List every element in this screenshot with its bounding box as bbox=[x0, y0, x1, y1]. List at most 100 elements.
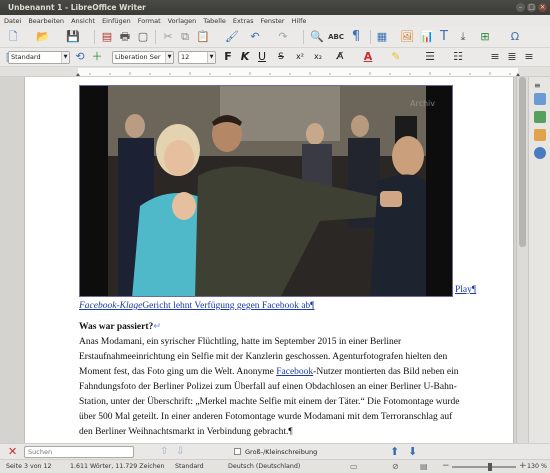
text-language[interactable]: Deutsch (Deutschland) bbox=[228, 463, 300, 470]
menu-datei[interactable]: Datei bbox=[4, 17, 21, 25]
print-preview-icon[interactable]: ▢ bbox=[136, 30, 150, 44]
paste-icon[interactable]: 📋 bbox=[196, 30, 210, 44]
spelling-icon[interactable]: ABC bbox=[328, 30, 344, 44]
find-replace-icon[interactable]: 🔍 bbox=[310, 30, 324, 44]
menu-bar: Datei Bearbeiten Ansicht Einfügen Format… bbox=[0, 15, 550, 27]
menu-fenster[interactable]: Fenster bbox=[260, 17, 284, 25]
maximize-icon[interactable]: □ bbox=[527, 3, 536, 12]
close-find-bar-icon[interactable]: ✕ bbox=[8, 445, 17, 458]
chevron-down-icon[interactable]: ▼ bbox=[61, 52, 69, 63]
find-previous-icon[interactable]: ⇧ bbox=[160, 446, 168, 457]
menu-extras[interactable]: Extras bbox=[233, 17, 254, 25]
redo-icon[interactable]: ↷ bbox=[276, 30, 290, 44]
menu-ansicht[interactable]: Ansicht bbox=[71, 17, 95, 25]
status-bar: Seite 3 von 12 1.611 Wörter, 11.729 Zeic… bbox=[0, 459, 550, 473]
embedded-photo[interactable]: Archiv bbox=[79, 85, 453, 297]
menu-tabelle[interactable]: Tabelle bbox=[203, 17, 226, 25]
numbered-list-icon[interactable]: ☷ bbox=[451, 50, 465, 64]
special-character-icon[interactable]: Ω bbox=[508, 30, 522, 44]
undo-icon[interactable]: ↶ bbox=[248, 30, 262, 44]
section-heading: Was war passiert?↵ bbox=[79, 321, 161, 332]
superscript-icon[interactable]: x² bbox=[293, 50, 307, 64]
font-name-combo[interactable]: Liberation Ser ▼ bbox=[112, 51, 174, 64]
sidebar-menu-icon[interactable]: ≡ bbox=[534, 81, 541, 90]
zoom-slider-handle[interactable] bbox=[488, 463, 492, 471]
copy-icon[interactable]: ⧉ bbox=[178, 30, 192, 44]
new-document-icon[interactable]: 🗋 bbox=[6, 30, 20, 44]
menu-vorlagen[interactable]: Vorlagen bbox=[168, 17, 197, 25]
horizontal-ruler[interactable] bbox=[0, 67, 550, 77]
bullet-list-icon[interactable]: ☰ bbox=[423, 50, 437, 64]
document-area[interactable]: Archiv Play¶ Facebook-KlageGericht lehnt… bbox=[0, 77, 528, 443]
zoom-slider[interactable] bbox=[452, 463, 516, 471]
insert-field-icon[interactable]: ⊞ bbox=[478, 30, 492, 44]
play-link[interactable]: Play¶ bbox=[455, 285, 476, 295]
underline-button[interactable]: U bbox=[255, 50, 269, 64]
open-folder-icon[interactable]: 📂 bbox=[36, 30, 50, 44]
strikethrough-icon[interactable]: S bbox=[274, 50, 288, 64]
cut-icon[interactable]: ✂ bbox=[161, 30, 175, 44]
arrow-down-icon[interactable]: ⬇ bbox=[408, 445, 417, 458]
close-icon[interactable]: × bbox=[538, 3, 547, 12]
view-layout-icon[interactable]: ▤ bbox=[420, 462, 428, 471]
title-bar: Unbenannt 1 - LibreOffice Writer – □ × bbox=[0, 0, 550, 15]
menu-bearbeiten[interactable]: Bearbeiten bbox=[28, 17, 64, 25]
clear-formatting-icon[interactable]: A̸ bbox=[333, 50, 347, 64]
caption-link[interactable]: Facebook-Klage bbox=[79, 301, 142, 311]
clone-formatting-icon[interactable]: 🖌 bbox=[225, 30, 239, 44]
zoom-out-icon[interactable]: − bbox=[442, 461, 450, 471]
new-style-icon[interactable]: ＋ bbox=[90, 50, 104, 64]
insert-textbox-icon[interactable]: T bbox=[437, 30, 451, 44]
save-icon[interactable]: 💾 bbox=[66, 30, 80, 44]
menu-einfuegen[interactable]: Einfügen bbox=[102, 17, 131, 25]
italic-button[interactable]: K bbox=[238, 50, 252, 64]
zoom-in-icon[interactable]: + bbox=[519, 461, 527, 471]
insert-table-icon[interactable]: ▦ bbox=[375, 30, 389, 44]
align-left-icon[interactable]: ≡ bbox=[488, 50, 502, 64]
document-page[interactable]: Archiv Play¶ Facebook-KlageGericht lehnt… bbox=[24, 77, 514, 443]
paragraph-line-end: -Nutzer montierten das Bild neben ein bbox=[313, 367, 459, 377]
formatting-marks-icon[interactable]: ¶ bbox=[349, 30, 363, 44]
minimize-icon[interactable]: – bbox=[516, 3, 525, 12]
export-pdf-icon[interactable]: ▤ bbox=[100, 30, 114, 44]
page-style[interactable]: Standard bbox=[175, 463, 204, 470]
properties-icon[interactable] bbox=[534, 93, 546, 105]
word-count[interactable]: 1.611 Wörter, 11.729 Zeichen bbox=[70, 463, 165, 470]
align-center-icon[interactable]: ≣ bbox=[505, 50, 519, 64]
gallery-icon[interactable] bbox=[534, 129, 546, 141]
search-input[interactable] bbox=[24, 446, 134, 458]
align-right-icon[interactable]: ≡ bbox=[522, 50, 536, 64]
insert-chart-icon[interactable]: 📊 bbox=[420, 30, 434, 44]
menu-format[interactable]: Format bbox=[138, 17, 161, 25]
menu-hilfe[interactable]: Hilfe bbox=[292, 17, 307, 25]
match-case-checkbox[interactable] bbox=[234, 448, 241, 455]
paragraph-line: Anas Modamani, ein syrischer Flüchtling,… bbox=[79, 337, 402, 347]
scrollbar-thumb[interactable] bbox=[519, 77, 526, 247]
paragraph-style-combo[interactable]: Standard ▼ bbox=[8, 51, 70, 64]
insert-image-icon[interactable]: 🖼 bbox=[400, 30, 414, 44]
font-name-value: Liberation Ser bbox=[115, 53, 161, 61]
font-size-combo[interactable]: 12 ▼ bbox=[178, 51, 216, 64]
arrow-up-icon[interactable]: ⬆ bbox=[390, 445, 399, 458]
update-style-icon[interactable]: ⟲ bbox=[73, 50, 87, 64]
vertical-scrollbar[interactable] bbox=[516, 77, 528, 443]
subscript-icon[interactable]: x₂ bbox=[311, 50, 325, 64]
chevron-down-icon[interactable]: ▼ bbox=[165, 52, 173, 63]
styles-icon[interactable] bbox=[534, 111, 546, 123]
font-color-icon[interactable]: A bbox=[361, 50, 375, 64]
highlight-icon[interactable]: ✎ bbox=[389, 50, 403, 64]
zoom-level[interactable]: 130 % bbox=[527, 463, 547, 470]
page-break-icon[interactable]: ⤓ bbox=[456, 30, 470, 44]
signature-icon[interactable]: ⊘ bbox=[392, 462, 399, 471]
caption-line: Facebook-KlageGericht lehnt Verfügung ge… bbox=[79, 301, 315, 311]
bold-button[interactable]: F bbox=[221, 50, 235, 64]
chevron-down-icon[interactable]: ▼ bbox=[207, 52, 215, 63]
window-title: Unbenannt 1 - LibreOffice Writer bbox=[8, 3, 146, 12]
page-count[interactable]: Seite 3 von 12 bbox=[6, 463, 52, 470]
find-next-icon[interactable]: ⇩ bbox=[176, 446, 184, 457]
facebook-link[interactable]: Facebook bbox=[276, 367, 313, 377]
navigator-icon[interactable] bbox=[534, 147, 546, 159]
print-icon[interactable]: 🖶 bbox=[118, 30, 132, 44]
caption-article-link[interactable]: Gericht lehnt Verfügung gegen Facebook a… bbox=[142, 301, 314, 311]
selection-mode-icon[interactable]: ▭ bbox=[350, 462, 358, 471]
